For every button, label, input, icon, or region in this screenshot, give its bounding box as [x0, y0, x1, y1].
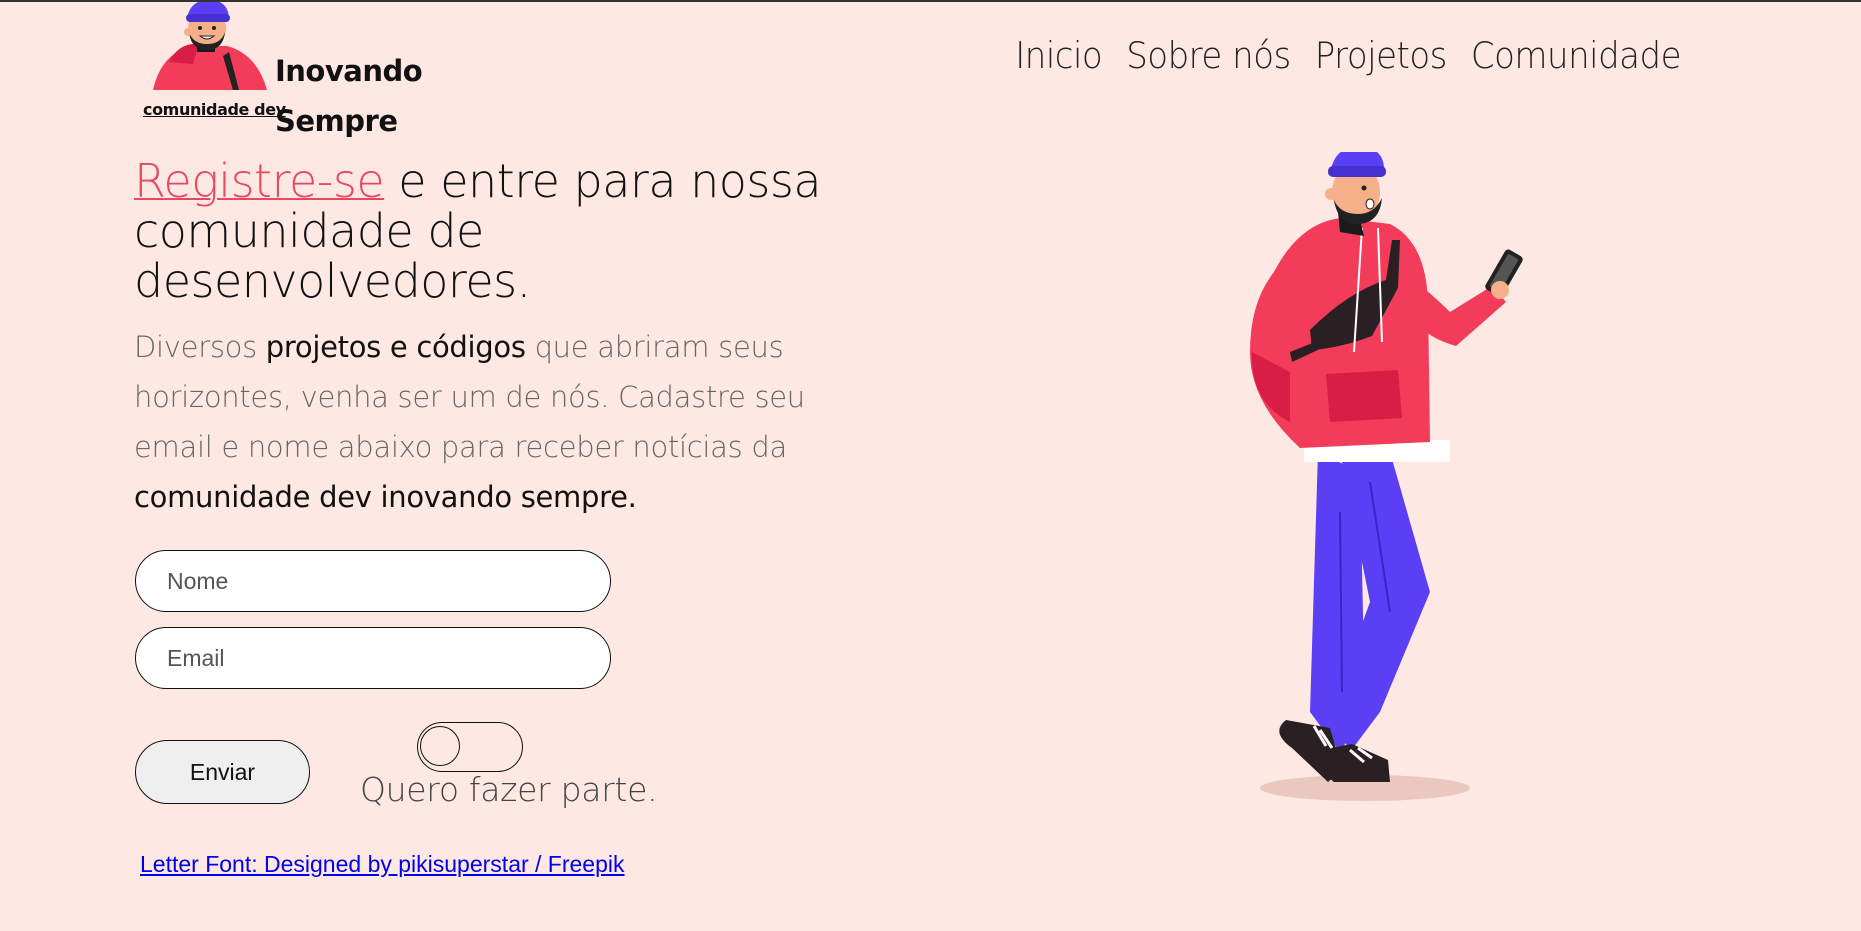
- nav-item-sobre-nos[interactable]: Sobre nós: [1126, 34, 1291, 77]
- name-input[interactable]: [135, 550, 611, 612]
- logo-subtitle: comunidade dev: [143, 100, 286, 119]
- developer-avatar-icon: [153, 2, 267, 90]
- toggle-label: Quero fazer parte.: [360, 770, 658, 809]
- register-link[interactable]: Registre-se: [134, 154, 385, 208]
- nav-item-projetos[interactable]: Projetos: [1315, 34, 1448, 77]
- logo-title-line2: Sempre: [275, 104, 398, 138]
- logo-title-line1: Inovando: [275, 54, 423, 88]
- credit-link[interactable]: Letter Font: Designed by pikisuperstar /…: [140, 851, 625, 878]
- nav-item-comunidade[interactable]: Comunidade: [1471, 34, 1682, 77]
- logo-title: Inovando Sempre: [275, 46, 423, 146]
- desc-strong-2: comunidade dev inovando sempre.: [134, 480, 637, 514]
- page-headline: Registre-se e entre para nossa comunidad…: [134, 156, 834, 306]
- hero-description: Diversos projetos e códigos que abriram …: [134, 322, 814, 522]
- desc-text-1: Diversos: [134, 330, 266, 364]
- nav-item-inicio[interactable]: Inicio: [1015, 34, 1102, 77]
- join-toggle[interactable]: [417, 722, 523, 772]
- logo[interactable]: Inovando Sempre comunidade dev: [143, 2, 433, 138]
- main-nav: Inicio Sobre nós Projetos Comunidade: [1015, 34, 1682, 77]
- submit-button[interactable]: Enviar: [135, 740, 310, 804]
- developer-character-illustration: [1250, 152, 1523, 801]
- desc-strong-1: projetos e códigos: [265, 330, 526, 364]
- toggle-knob: [420, 726, 460, 766]
- email-input[interactable]: [135, 627, 611, 689]
